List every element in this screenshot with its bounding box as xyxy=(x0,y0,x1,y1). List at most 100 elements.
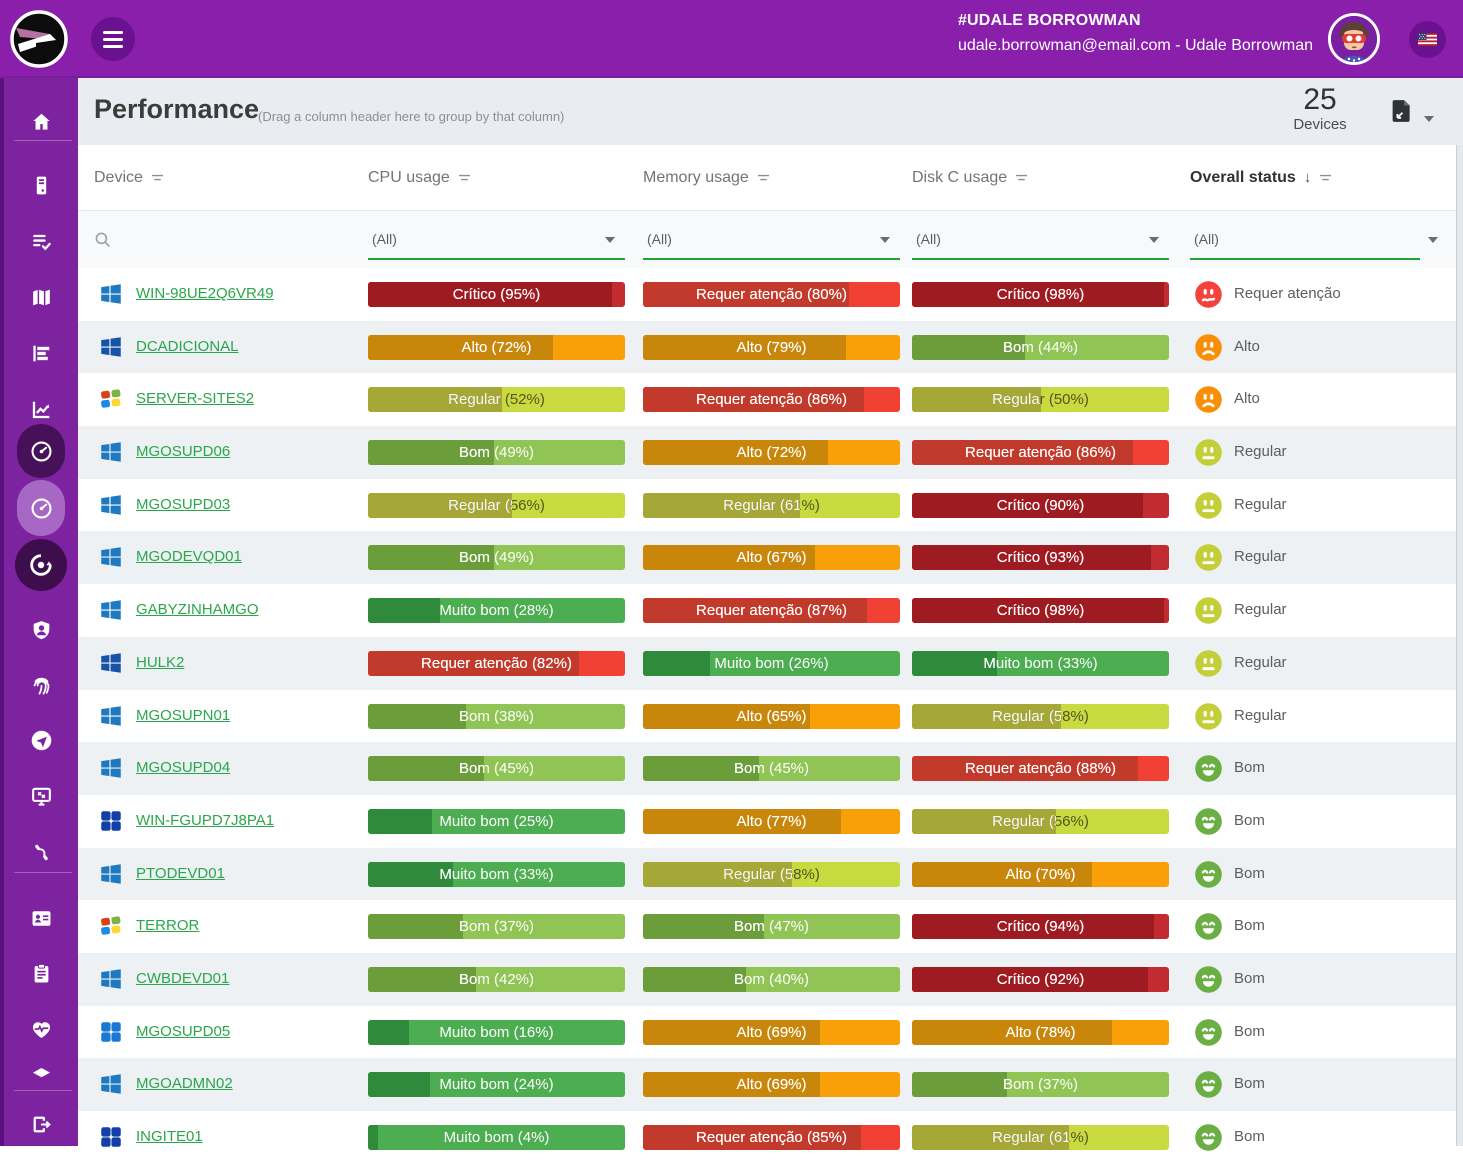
sidebar-item-clipboard[interactable] xyxy=(17,949,65,997)
clipboard-icon xyxy=(29,961,54,986)
overall-status-label: Regular xyxy=(1234,548,1287,565)
sidebar-item-home[interactable] xyxy=(17,98,65,146)
device-link[interactable]: WIN-FGUPD7J8PA1 xyxy=(136,812,274,829)
cpu-usage-bar: Bom (42%) Bom (42%) xyxy=(368,967,625,992)
export-button[interactable] xyxy=(1390,99,1414,125)
memory-usage-bar: Alto (72%) Alto (72%) xyxy=(643,440,900,465)
organization-name: #UDALE BORROWMAN xyxy=(958,12,1313,30)
table-row: MGOSUPD05 Muito bom (16%) Muito bom (16%… xyxy=(78,1006,1456,1059)
caret-down-icon xyxy=(1149,237,1159,243)
device-table: WIN-98UE2Q6VR49 Crítico (95%) Crítico (9… xyxy=(78,268,1456,1164)
device-link[interactable]: DCADICIONAL xyxy=(136,338,239,355)
sidebar-item-fingerprint[interactable] xyxy=(17,661,65,709)
device-link[interactable]: WIN-98UE2Q6VR49 xyxy=(136,285,274,302)
disk-usage-bar: Alto (70%) Alto (70%) xyxy=(912,862,1169,887)
overall-filter-select[interactable]: (All) xyxy=(1190,220,1420,260)
device-link[interactable]: MGOSUPN01 xyxy=(136,707,230,724)
filter-icon[interactable] xyxy=(1015,173,1028,183)
device-link[interactable]: MGOSUPD06 xyxy=(136,443,230,460)
user-email-name: udale.borrowman@email.com - Udale Borrow… xyxy=(958,37,1313,55)
disk-filter-select[interactable]: (All) xyxy=(912,220,1169,260)
sidebar-item-resource-usage[interactable] xyxy=(15,539,67,591)
disk-usage-bar: Regular (56%) Regular (56%) xyxy=(912,809,1169,834)
windows-logo-icon xyxy=(98,1071,124,1097)
status-smiley-icon xyxy=(1194,912,1223,941)
cpu-usage-bar: Muito bom (33%) Muito bom (33%) xyxy=(368,862,625,887)
filter-icon[interactable] xyxy=(757,173,770,183)
vertical-scrollbar[interactable] xyxy=(1457,145,1463,1146)
device-link[interactable]: CWBDEVD01 xyxy=(136,970,229,987)
sidebar-item-tasks-list[interactable] xyxy=(17,217,65,265)
windows-logo-icon xyxy=(98,281,124,307)
device-link[interactable]: INGITE01 xyxy=(136,1128,203,1145)
column-header-overall-status[interactable]: Overall status ↓ xyxy=(1190,145,1456,210)
sidebar-item-connections[interactable] xyxy=(17,828,65,876)
disk-usage-bar: Bom (44%) Bom (44%) xyxy=(912,335,1169,360)
device-link[interactable]: MGOSUPD04 xyxy=(136,759,230,776)
connections-icon xyxy=(29,840,54,865)
device-link[interactable]: MGOSUPD05 xyxy=(136,1023,230,1040)
device-link[interactable]: SERVER-SITES2 xyxy=(136,390,254,407)
cpu-filter-select[interactable]: (All) xyxy=(368,220,625,260)
device-link[interactable]: MGOADMN02 xyxy=(136,1075,233,1092)
sidebar-item-health[interactable] xyxy=(17,1005,65,1053)
overall-status-label: Bom xyxy=(1234,865,1265,882)
sidebar-item-logout[interactable] xyxy=(17,1100,65,1148)
gauge-performance-icon xyxy=(29,439,54,464)
device-link[interactable]: PTODEVD01 xyxy=(136,865,225,882)
menu-button[interactable] xyxy=(91,17,135,61)
sidebar-item-user-shield[interactable] xyxy=(17,606,65,654)
logout-icon xyxy=(29,1112,54,1137)
overall-status-label: Bom xyxy=(1234,812,1265,829)
device-link[interactable]: HULK2 xyxy=(136,654,184,671)
device-link[interactable]: MGODEVQD01 xyxy=(136,548,242,565)
device-link[interactable]: MGOSUPD03 xyxy=(136,496,230,513)
overall-status-label: Regular xyxy=(1234,654,1287,671)
column-header-cpu[interactable]: CPU usage xyxy=(368,145,625,210)
windows-logo-icon xyxy=(98,966,124,992)
status-smiley-icon xyxy=(1194,385,1223,414)
caret-down-icon xyxy=(1424,116,1434,122)
table-row: MGODEVQD01 Bom (49%) Bom (49%) Alto (67%… xyxy=(78,531,1456,584)
cpu-usage-bar: Bom (49%) Bom (49%) xyxy=(368,440,625,465)
column-header-device[interactable]: Device xyxy=(94,145,344,210)
windows-logo-icon xyxy=(98,597,124,623)
sidebar-item-devices[interactable] xyxy=(17,161,65,209)
device-link[interactable]: TERROR xyxy=(136,917,199,934)
device-link[interactable]: GABYZINHAMGO xyxy=(136,601,259,618)
overall-status-label: Bom xyxy=(1234,1023,1265,1040)
cpu-usage-bar: Bom (49%) Bom (49%) xyxy=(368,545,625,570)
windows-logo-icon xyxy=(98,1124,124,1150)
send-icon xyxy=(29,728,54,753)
tasks-list-icon xyxy=(29,229,54,254)
windows-logo-icon xyxy=(98,544,124,570)
main-content: Performance (Drag a column header here t… xyxy=(78,78,1463,1146)
avatar[interactable] xyxy=(1328,13,1380,65)
filter-icon[interactable] xyxy=(151,173,164,183)
memory-filter-select[interactable]: (All) xyxy=(643,220,900,260)
disk-usage-bar: Crítico (98%) Crítico (98%) xyxy=(912,598,1169,623)
column-header-disk[interactable]: Disk C usage xyxy=(912,145,1169,210)
map-icon xyxy=(29,285,54,310)
sidebar-item-gauge-performance-current[interactable] xyxy=(17,480,65,536)
sidebar-item-gauge-performance[interactable] xyxy=(17,424,65,478)
filter-icon[interactable] xyxy=(458,173,471,183)
sidebar-item-send[interactable] xyxy=(17,716,65,764)
us-flag-icon xyxy=(1418,33,1437,46)
column-header-memory[interactable]: Memory usage xyxy=(643,145,900,210)
hamburger-icon xyxy=(103,31,123,34)
status-smiley-icon xyxy=(1194,965,1223,994)
sidebar-item-contact-card[interactable] xyxy=(17,894,65,942)
export-options-caret[interactable] xyxy=(1424,109,1434,127)
file-export-icon xyxy=(1391,99,1413,123)
bar-chart-icon xyxy=(29,341,54,366)
sidebar-item-bar-chart[interactable] xyxy=(17,329,65,377)
cpu-usage-bar: Bom (45%) Bom (45%) xyxy=(368,756,625,781)
device-search-input[interactable] xyxy=(120,232,300,248)
sidebar-item-remote-desktop[interactable] xyxy=(17,772,65,820)
filter-icon[interactable] xyxy=(1319,173,1332,183)
table-row: INGITE01 Muito bom (4%) Muito bom (4%) R… xyxy=(78,1111,1456,1164)
sidebar-item-map[interactable] xyxy=(17,273,65,321)
user-shield-icon xyxy=(29,618,54,643)
language-flag-button[interactable] xyxy=(1409,21,1446,58)
